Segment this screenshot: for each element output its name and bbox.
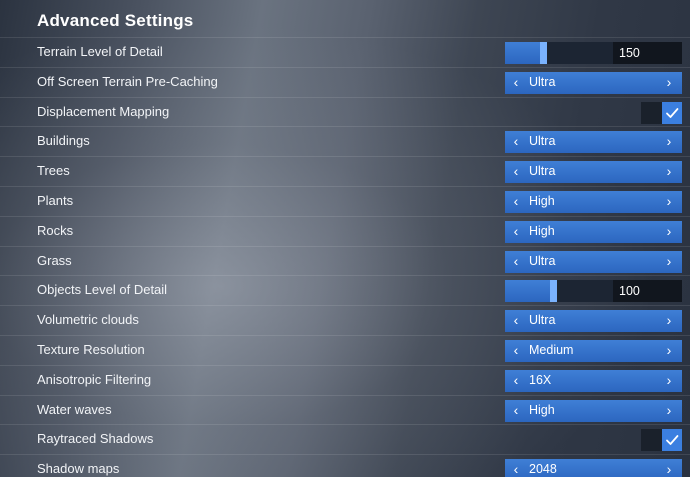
setting-row-grass: Grass ‹ Ultra › — [0, 245, 690, 276]
setting-label: Rocks — [37, 222, 74, 238]
selector-value: Ultra — [529, 313, 556, 328]
water-waves-selector[interactable]: ‹ High › — [505, 399, 682, 422]
selector-value: High — [529, 193, 555, 208]
off-screen-terrain-pre-caching-selector[interactable]: ‹ Ultra › — [505, 71, 682, 94]
objects-level-of-detail-slider[interactable]: 100 — [505, 280, 682, 303]
plants-selector[interactable]: ‹ High › — [505, 190, 682, 213]
chevron-right-icon[interactable]: › — [658, 161, 680, 183]
terrain-level-of-detail-slider[interactable]: 150 — [505, 42, 682, 64]
setting-label: Shadow maps — [37, 461, 120, 477]
setting-row-plants: Plants ‹ High › — [0, 185, 690, 216]
chevron-right-icon[interactable]: › — [658, 310, 680, 332]
setting-row-displacement-mapping: Displacement Mapping — [0, 96, 690, 127]
chevron-left-icon[interactable]: ‹ — [505, 459, 527, 477]
chevron-left-icon[interactable]: ‹ — [505, 370, 527, 392]
rocks-selector[interactable]: ‹ High › — [505, 220, 682, 243]
selector-value: Ultra — [529, 134, 556, 149]
setting-label: Displacement Mapping — [37, 103, 170, 119]
chevron-left-icon[interactable]: ‹ — [505, 161, 527, 183]
setting-row-texture-resolution: Texture Resolution ‹ Medium › — [0, 334, 690, 365]
setting-row-volumetric-clouds: Volumetric clouds ‹ Ultra › — [0, 305, 690, 335]
slider-thumb[interactable] — [550, 280, 557, 303]
chevron-left-icon[interactable]: ‹ — [505, 191, 527, 213]
setting-label: Terrain Level of Detail — [37, 44, 163, 59]
chevron-right-icon[interactable]: › — [658, 221, 680, 243]
shadow-maps-selector[interactable]: ‹ 2048 › — [505, 459, 682, 477]
setting-label: Anisotropic Filtering — [37, 371, 152, 387]
slider-track[interactable] — [505, 42, 613, 64]
setting-label: Texture Resolution — [37, 341, 145, 357]
displacement-mapping-checkbox[interactable] — [641, 101, 682, 124]
setting-label: Raytraced Shadows — [37, 431, 154, 447]
slider-value[interactable]: 150 — [613, 42, 682, 64]
chevron-right-icon[interactable]: › — [658, 370, 680, 392]
setting-row-trees: Trees ‹ Ultra › — [0, 156, 690, 186]
chevron-right-icon[interactable]: › — [658, 340, 680, 362]
chevron-right-icon[interactable]: › — [658, 459, 680, 477]
chevron-right-icon[interactable]: › — [658, 72, 680, 94]
setting-label: Objects Level of Detail — [37, 282, 168, 298]
slider-thumb[interactable] — [540, 42, 547, 64]
checkmark-icon — [662, 101, 682, 124]
selector-value: Ultra — [529, 74, 556, 89]
setting-row-raytraced-shadows: Raytraced Shadows — [0, 424, 690, 454]
page-title: Advanced Settings — [37, 11, 194, 30]
slider-fill — [505, 280, 554, 303]
selector-value: 2048 — [529, 462, 557, 477]
setting-row-rocks: Rocks ‹ High › — [0, 215, 690, 246]
trees-selector[interactable]: ‹ Ultra › — [505, 161, 682, 184]
chevron-left-icon[interactable]: ‹ — [505, 221, 527, 243]
chevron-left-icon[interactable]: ‹ — [505, 251, 527, 273]
selector-value: Medium — [529, 342, 574, 357]
setting-row-off-screen-terrain-pre-caching: Off Screen Terrain Pre-Caching ‹ Ultra › — [0, 66, 690, 97]
setting-label: Grass — [37, 252, 72, 268]
selector-value: Ultra — [529, 164, 556, 179]
volumetric-clouds-selector[interactable]: ‹ Ultra › — [505, 310, 682, 333]
grass-selector[interactable]: ‹ Ultra › — [505, 250, 682, 273]
chevron-left-icon[interactable]: ‹ — [505, 400, 527, 422]
slider-fill — [505, 42, 544, 64]
setting-label: Volumetric clouds — [37, 312, 139, 328]
setting-label: Plants — [37, 192, 74, 208]
chevron-right-icon[interactable]: › — [658, 400, 680, 422]
checkmark-icon — [662, 429, 682, 452]
selector-value: High — [529, 223, 555, 238]
chevron-right-icon[interactable]: › — [658, 251, 680, 273]
chevron-left-icon[interactable]: ‹ — [505, 310, 527, 332]
chevron-left-icon[interactable]: ‹ — [505, 131, 527, 153]
settings-list: Terrain Level of Detail 150 Off Screen Ter… — [0, 37, 690, 477]
chevron-left-icon[interactable]: ‹ — [505, 340, 527, 362]
setting-row-shadow-maps: Shadow maps ‹ 2048 › — [0, 454, 690, 477]
setting-row-buildings: Buildings ‹ Ultra › — [0, 126, 690, 156]
chevron-right-icon[interactable]: › — [658, 191, 680, 213]
selector-value: Ultra — [529, 253, 556, 268]
setting-row-objects-level-of-detail: Objects Level of Detail 100 — [0, 275, 690, 305]
selector-value: High — [529, 402, 555, 417]
chevron-right-icon[interactable]: › — [658, 131, 680, 153]
setting-label: Buildings — [37, 133, 90, 149]
raytraced-shadows-checkbox[interactable] — [641, 429, 682, 452]
slider-value[interactable]: 100 — [613, 280, 682, 303]
texture-resolution-selector[interactable]: ‹ Medium › — [505, 339, 682, 362]
setting-label: Off Screen Terrain Pre-Caching — [37, 73, 218, 89]
buildings-selector[interactable]: ‹ Ultra › — [505, 131, 682, 154]
selector-value: 16X — [529, 372, 552, 387]
setting-row-anisotropic-filtering: Anisotropic Filtering ‹ 16X › — [0, 364, 690, 395]
setting-row-water-waves: Water waves ‹ High › — [0, 394, 690, 425]
advanced-settings-panel: Advanced Settings Terrain Level of Detai… — [0, 0, 690, 477]
chevron-left-icon[interactable]: ‹ — [505, 72, 527, 94]
slider-track[interactable] — [505, 280, 613, 303]
setting-label: Water waves — [37, 401, 112, 417]
setting-label: Trees — [37, 163, 70, 179]
anisotropic-filtering-selector[interactable]: ‹ 16X › — [505, 369, 682, 392]
setting-row-terrain-level-of-detail: Terrain Level of Detail 150 — [0, 37, 690, 67]
